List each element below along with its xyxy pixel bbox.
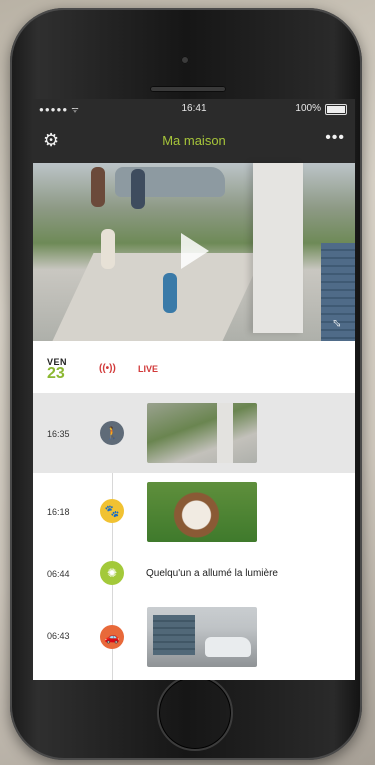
event-thumbnail[interactable] bbox=[147, 482, 257, 542]
light-icon: ✺ bbox=[100, 561, 124, 585]
person-walking-icon: 🚶 bbox=[100, 421, 124, 445]
earpiece-speaker bbox=[150, 86, 226, 92]
battery-percent: 100% bbox=[295, 103, 321, 114]
walkway bbox=[52, 253, 264, 341]
event-thumbnail[interactable] bbox=[147, 607, 257, 667]
event-time: 06:44 bbox=[47, 569, 70, 579]
event-thumbnail[interactable] bbox=[147, 403, 257, 463]
person-figure bbox=[131, 169, 145, 209]
home-button[interactable] bbox=[157, 675, 233, 751]
live-broadcast-icon[interactable]: ((•)) bbox=[99, 363, 116, 374]
event-description: Quelqu'un a allumé la lumière bbox=[146, 568, 278, 579]
top-navigation-bar: ⚙ Ma maison ••• bbox=[33, 119, 355, 163]
car-icon: 🚗 bbox=[100, 625, 124, 649]
front-camera bbox=[181, 56, 189, 64]
status-bar: ●●●●● ᯤ 16:41 100% bbox=[33, 99, 355, 119]
porch-column bbox=[253, 163, 303, 333]
paw-icon: 🐾 bbox=[100, 499, 124, 523]
event-time: 06:43 bbox=[47, 631, 70, 641]
page-title: Ma maison bbox=[162, 133, 226, 148]
timeline-event[interactable]: 06:44 ✺ Quelqu'un a allumé la lumière bbox=[33, 549, 355, 599]
event-time: 16:35 bbox=[47, 429, 70, 439]
person-figure bbox=[163, 273, 177, 313]
day-number: 23 bbox=[47, 365, 65, 382]
play-icon[interactable] bbox=[181, 233, 209, 269]
app-screen: ●●●●● ᯤ 16:41 100% ⚙ Ma maison ••• ⇔ VEN… bbox=[33, 99, 355, 680]
person-figure bbox=[91, 167, 105, 207]
live-button[interactable]: LIVE bbox=[138, 364, 158, 374]
timeline-event[interactable]: 06:43 🚗 bbox=[33, 603, 355, 680]
person-figure bbox=[101, 229, 115, 269]
timeline-date-header: VEN 23 ((•)) LIVE bbox=[33, 341, 355, 393]
battery-icon bbox=[325, 104, 347, 115]
timeline-event[interactable]: 16:18 🐾 bbox=[33, 477, 355, 557]
event-time: 16:18 bbox=[47, 507, 70, 517]
camera-video-player[interactable]: ⇔ bbox=[33, 163, 355, 341]
more-icon[interactable]: ••• bbox=[325, 129, 345, 147]
timeline-event[interactable]: 16:35 🚶 bbox=[33, 393, 355, 473]
